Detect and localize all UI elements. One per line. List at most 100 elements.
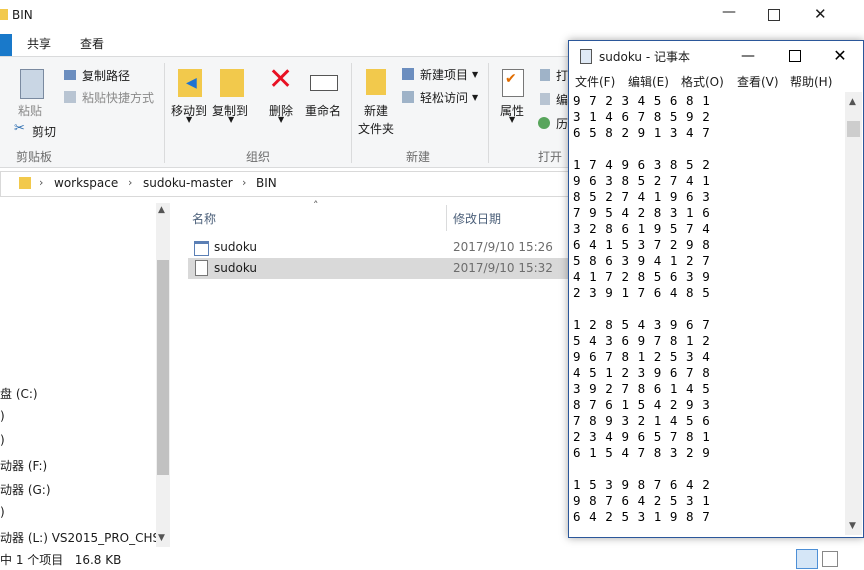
text-line: 5 8 6 3 9 4 1 2 7 xyxy=(573,253,711,268)
close-icon[interactable]: ✕ xyxy=(814,5,827,23)
details-view-icon[interactable] xyxy=(796,549,818,569)
nav-item-drive[interactable]: ) xyxy=(0,409,5,423)
status-bar: 中 1 个项目 16.8 KB xyxy=(0,548,864,570)
cut-button[interactable]: 剪切 xyxy=(32,123,56,140)
notepad-scrollbar[interactable] xyxy=(845,92,862,535)
delete-icon: ✕ xyxy=(268,62,294,97)
rename-button[interactable]: 重命名 xyxy=(305,102,341,119)
menu-view[interactable]: 查看(V) xyxy=(737,73,779,90)
chevron-right-icon: › xyxy=(39,176,44,189)
minimize-icon[interactable]: — xyxy=(722,4,736,20)
edit-button[interactable]: 编 xyxy=(556,91,568,108)
scroll-down-icon[interactable]: ▼ xyxy=(158,533,165,543)
chevron-down-icon: ▼ xyxy=(228,115,235,124)
minimize-icon[interactable]: — xyxy=(725,41,771,71)
notepad-title: sudoku - 记事本 xyxy=(599,50,690,64)
text-line: 8 5 2 7 4 1 9 6 3 xyxy=(573,189,711,204)
menu-format[interactable]: 格式(O) xyxy=(681,73,724,90)
paste-button[interactable]: 粘贴 xyxy=(18,102,42,119)
chevron-down-icon: ▼ xyxy=(472,70,479,79)
clipboard-group-label: 剪贴板 xyxy=(16,150,53,164)
tab-file[interactable] xyxy=(0,34,12,56)
file-date: 2017/9/10 15:26 xyxy=(453,240,553,254)
notepad-text-area[interactable]: 9 7 2 3 4 5 6 8 13 1 4 6 7 8 5 9 26 5 8 … xyxy=(571,93,845,533)
rename-icon xyxy=(310,75,338,91)
nav-item-drive[interactable]: 动器 (G:) xyxy=(0,481,51,498)
file-list: ˄ 名称 修改日期 sudoku 2017/9/10 15:26 sudoku … xyxy=(180,199,600,550)
text-line: 2 3 9 1 7 6 4 8 5 xyxy=(573,285,711,300)
notepad-icon xyxy=(580,49,592,64)
chevron-down-icon: ▼ xyxy=(472,93,479,102)
tab-view[interactable]: 查看 xyxy=(70,32,114,56)
text-line: 5 4 3 6 9 7 8 1 2 xyxy=(573,333,711,348)
column-header-name[interactable]: 名称 xyxy=(192,210,216,227)
window-title: BIN xyxy=(12,8,33,22)
ribbon-divider xyxy=(488,63,489,163)
text-line: 8 7 6 1 5 4 2 9 3 xyxy=(573,397,711,412)
navigation-pane: 盘 (C:) ) ) 动器 (F:) 动器 (G:) ) 动器 (L:) VS2… xyxy=(0,200,172,548)
paste-shortcut-button[interactable]: 粘贴快捷方式 xyxy=(82,89,154,106)
sort-ascending-icon: ˄ xyxy=(313,199,319,212)
folder-icon xyxy=(19,177,31,189)
organize-group-label: 组织 xyxy=(246,150,271,164)
column-header-date[interactable]: 修改日期 xyxy=(453,210,501,227)
maximize-icon[interactable] xyxy=(768,9,780,21)
text-line: 4 1 7 2 8 5 6 3 9 xyxy=(573,269,711,284)
scroll-up-icon[interactable]: ▲ xyxy=(849,97,856,107)
status-text: 中 1 个项目 16.8 KB xyxy=(0,553,122,567)
text-line: 1 7 4 9 6 3 8 5 2 xyxy=(573,157,711,172)
history-icon xyxy=(538,117,550,129)
chevron-down-icon: ▼ xyxy=(186,115,193,124)
text-line: 6 1 5 4 7 8 3 2 9 xyxy=(573,445,711,460)
file-row[interactable]: sudoku 2017/9/10 15:26 xyxy=(188,237,588,258)
text-line: 1 5 3 9 8 7 6 4 2 xyxy=(573,477,711,492)
large-icons-view-icon[interactable] xyxy=(822,551,838,567)
breadcrumb-item[interactable]: workspace xyxy=(54,176,118,190)
breadcrumb-item[interactable]: sudoku-master xyxy=(143,176,233,190)
checkmark-icon: ✔ xyxy=(505,71,517,87)
notepad-title-bar: sudoku - 记事本 — ✕ xyxy=(569,41,863,71)
nav-scrollbar-thumb[interactable] xyxy=(157,260,169,475)
tab-share[interactable]: 共享 xyxy=(18,32,60,56)
text-line: 4 5 1 2 3 9 6 7 8 xyxy=(573,365,711,380)
maximize-icon[interactable] xyxy=(789,50,801,62)
ribbon-divider xyxy=(351,63,352,163)
new-item-button[interactable]: 新建项目 xyxy=(420,66,468,83)
text-line: 6 4 2 5 3 1 9 8 7 xyxy=(573,509,711,524)
file-name: sudoku xyxy=(214,240,258,254)
nav-item-drive[interactable]: ) xyxy=(0,505,5,519)
text-line: 3 1 4 6 7 8 5 9 2 xyxy=(573,109,711,124)
text-line: 9 6 7 8 1 2 5 3 4 xyxy=(573,349,711,364)
scroll-up-icon[interactable]: ▲ xyxy=(158,205,165,215)
menu-help[interactable]: 帮助(H) xyxy=(790,73,832,90)
history-button[interactable]: 历 xyxy=(556,115,568,132)
copy-path-button[interactable]: 复制路径 xyxy=(82,67,130,84)
easy-access-button[interactable]: 轻松访问 xyxy=(420,89,468,106)
notepad-window: sudoku - 记事本 — ✕ 文件(F) 编辑(E) 格式(O) 查看(V)… xyxy=(568,40,864,538)
file-row[interactable]: sudoku 2017/9/10 15:32 xyxy=(188,258,588,279)
copy-to-icon xyxy=(220,69,244,97)
text-line: 1 2 8 5 4 3 9 6 7 xyxy=(573,317,711,332)
arrow-left-icon: ◀ xyxy=(186,75,197,91)
new-folder-icon xyxy=(366,69,386,95)
text-line: 7 8 9 3 2 1 4 5 6 xyxy=(573,413,711,428)
menu-edit[interactable]: 编辑(E) xyxy=(628,73,669,90)
breadcrumb-item[interactable]: BIN xyxy=(256,176,277,190)
nav-item-drive[interactable]: 动器 (L:) VS2015_PRO_CHS xyxy=(0,529,160,546)
menu-file[interactable]: 文件(F) xyxy=(575,73,615,90)
new-folder-button-line1[interactable]: 新建 xyxy=(364,102,388,119)
address-bar[interactable]: › workspace › sudoku-master › BIN xyxy=(0,171,602,197)
text-line: 9 6 3 8 5 2 7 4 1 xyxy=(573,173,711,188)
new-item-icon xyxy=(402,68,414,80)
open-button[interactable]: 打 xyxy=(556,67,568,84)
new-folder-button-line2[interactable]: 文件夹 xyxy=(358,120,394,137)
notepad-scrollbar-thumb[interactable] xyxy=(847,121,860,137)
text-line: 9 7 2 3 4 5 6 8 1 xyxy=(573,93,711,108)
close-icon[interactable]: ✕ xyxy=(817,41,863,71)
nav-item-drive[interactable]: 盘 (C:) xyxy=(0,385,38,402)
chevron-right-icon: › xyxy=(242,176,247,189)
nav-item-drive[interactable]: 动器 (F:) xyxy=(0,457,47,474)
file-name: sudoku xyxy=(214,261,258,275)
nav-item-drive[interactable]: ) xyxy=(0,433,5,447)
scroll-down-icon[interactable]: ▼ xyxy=(849,521,856,531)
